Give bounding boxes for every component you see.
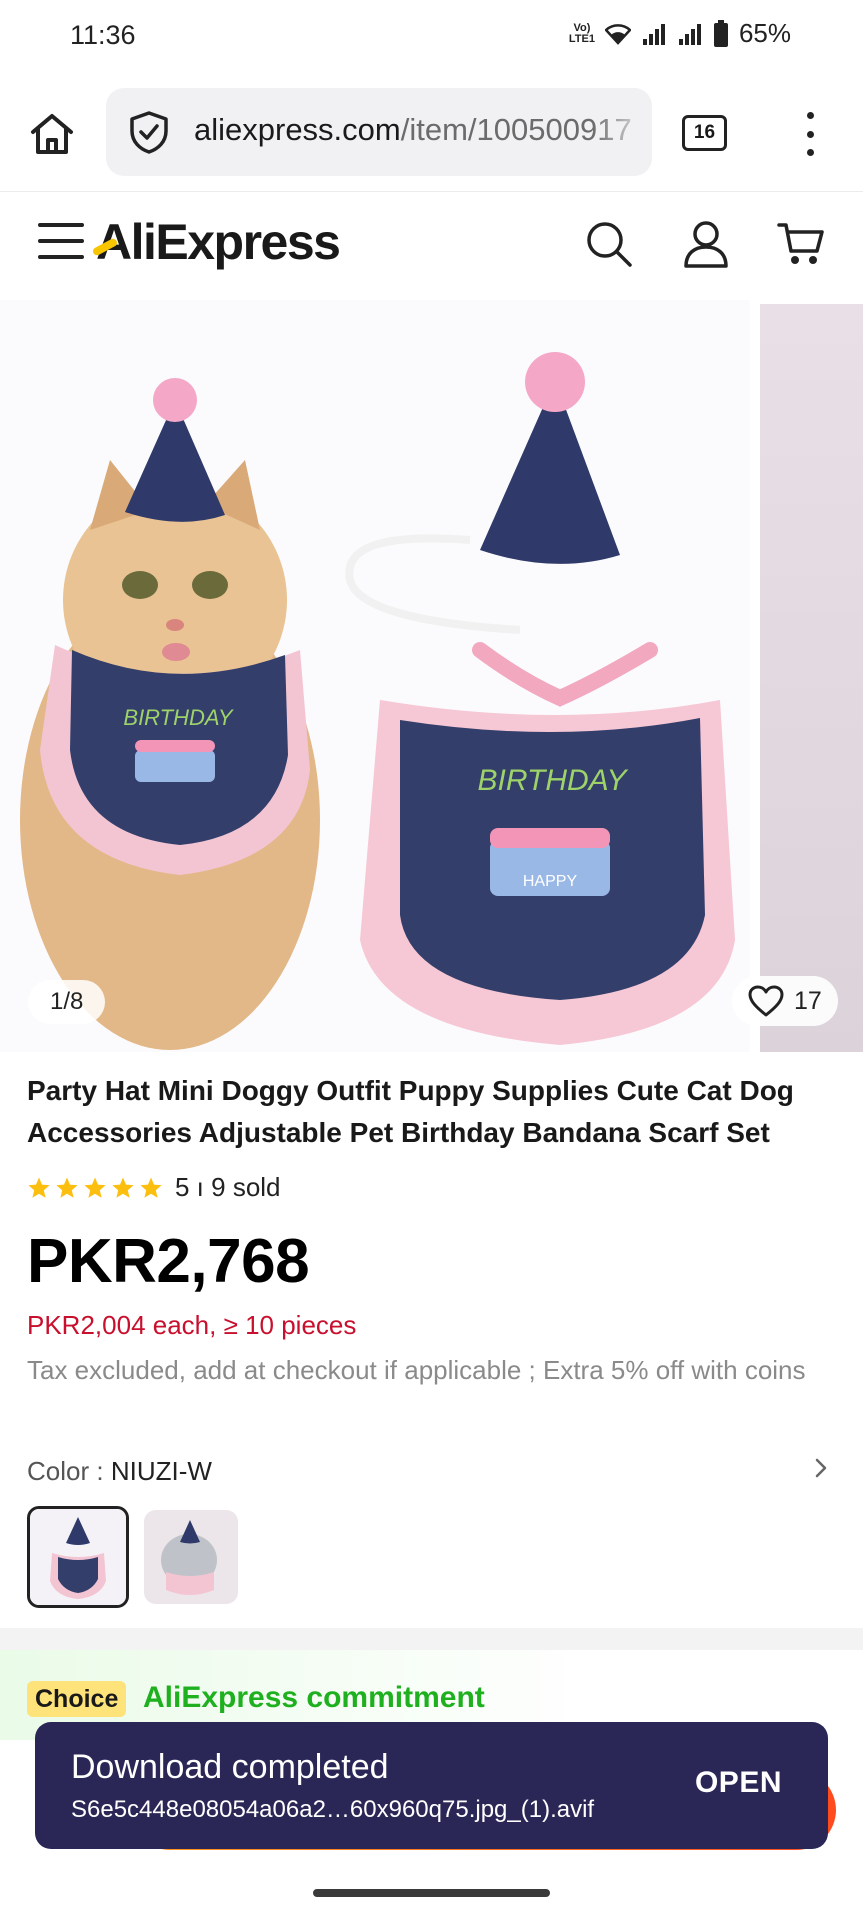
url-fade (592, 88, 652, 176)
search-icon (587, 222, 632, 267)
wishlist-count: 17 (794, 986, 822, 1015)
cake-text: HAPPY (523, 873, 578, 890)
status-icons: Vo) LTE1 65% (569, 18, 791, 49)
star-icon (56, 1177, 78, 1198)
wifi-icon (604, 23, 631, 45)
rating-stars (27, 1176, 163, 1200)
bulk-price: PKR2,004 each, ≥ 10 pieces (27, 1310, 357, 1340)
site-security-icon[interactable] (128, 110, 170, 154)
swatch-thumbnail (30, 1509, 126, 1605)
color-selector-row[interactable]: Color : NIUZI-W (27, 1456, 827, 1487)
browser-toolbar: aliexpress.com/item/100500917 16 (0, 72, 863, 192)
section-divider (0, 1628, 863, 1650)
color-label: Color : (27, 1456, 111, 1486)
bib-text: BIRTHDAY (478, 764, 629, 797)
star-icon (140, 1177, 162, 1198)
status-time: 11:36 (70, 20, 136, 50)
url-domain: aliexpress.com (194, 112, 401, 147)
signal-icon (642, 23, 665, 45)
cart-button[interactable] (774, 217, 828, 271)
toast-open-button[interactable]: OPEN (695, 1766, 782, 1800)
user-icon (684, 221, 728, 268)
battery-icon (713, 19, 728, 47)
product-gallery[interactable]: BIRTHDAY BIRTHDAY HAPPY 1/8 17 (0, 300, 863, 1052)
color-swatch-cat[interactable] (144, 1510, 238, 1604)
tax-note: Tax excluded, add at checkout if applica… (27, 1355, 806, 1385)
hamburger-menu-icon[interactable] (38, 223, 84, 259)
download-toast: Download completed S6e5c448e08054a06a2…6… (35, 1722, 828, 1849)
home-button[interactable] (24, 106, 80, 162)
url-text: aliexpress.com/item/100500917 (194, 112, 632, 148)
toast-title: Download completed (71, 1748, 389, 1786)
rating-row[interactable]: 5 ı 9 sold (27, 1172, 281, 1203)
image-counter: 1/8 (28, 980, 106, 1024)
home-icon (31, 114, 73, 154)
choice-commitment-text[interactable]: AliExpress commitment (143, 1681, 485, 1715)
search-button[interactable] (582, 217, 636, 271)
color-swatch-niuzi-w[interactable] (27, 1506, 129, 1608)
product-image[interactable]: BIRTHDAY BIRTHDAY HAPPY (0, 300, 750, 1052)
site-header: AliExpress (0, 193, 863, 297)
tab-switcher-button[interactable]: 16 (682, 115, 727, 151)
heart-icon (748, 985, 784, 1017)
toast-filename: S6e5c448e08054a06a2…60x960q75.jpg_(1).av… (71, 1796, 595, 1823)
signal-icon-2 (678, 23, 701, 45)
volte-icon: Vo) LTE1 (568, 21, 595, 45)
product-title: Party Hat Mini Doggy Outfit Puppy Suppli… (27, 1075, 794, 1148)
star-icon (112, 1177, 134, 1198)
address-bar[interactable]: aliexpress.com/item/100500917 (106, 88, 652, 176)
gesture-handle[interactable] (313, 1889, 550, 1897)
cat-bib-text: BIRTHDAY (123, 705, 234, 730)
aliexpress-logo[interactable]: AliExpress (91, 213, 341, 271)
browser-menu-button[interactable] (796, 112, 824, 156)
cart-icon (777, 223, 824, 264)
rating-sold-text: 5 ı 9 sold (175, 1172, 281, 1202)
product-price: PKR2,768 (27, 1227, 310, 1296)
choice-badge: Choice (27, 1681, 127, 1717)
wishlist-button[interactable]: 17 (732, 976, 838, 1026)
status-bar: 11:36 Vo) LTE1 65% (0, 0, 863, 72)
account-button[interactable] (679, 217, 733, 271)
chevron-right-icon (815, 1458, 827, 1478)
color-value: NIUZI-W (110, 1456, 212, 1486)
battery-percent: 65% (738, 18, 791, 48)
star-icon (84, 1177, 106, 1198)
product-photo-illustration: BIRTHDAY BIRTHDAY HAPPY (20, 352, 735, 1050)
swatch-thumbnail-2 (144, 1510, 238, 1604)
next-product-image-peek[interactable] (760, 304, 863, 1052)
star-icon (28, 1177, 50, 1198)
